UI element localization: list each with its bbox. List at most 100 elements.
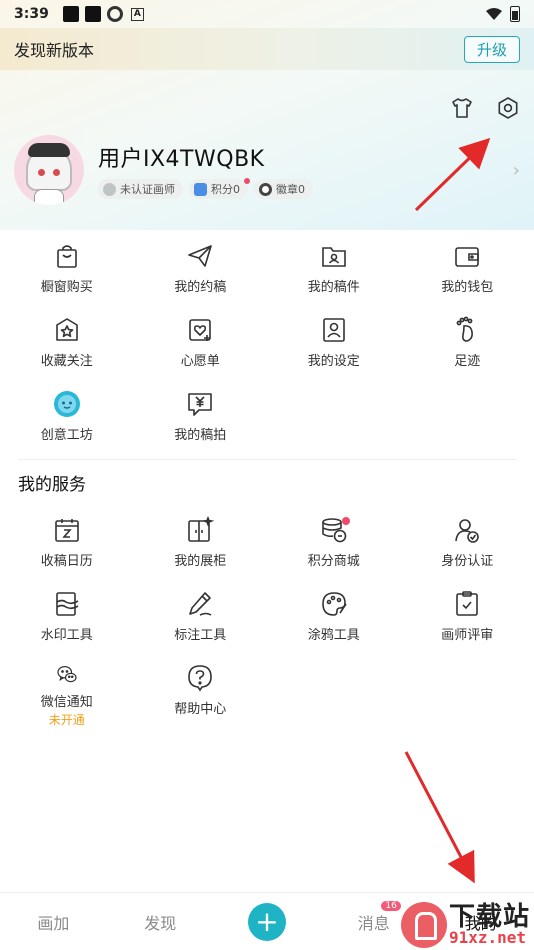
profile-card-icon: [322, 318, 345, 342]
calendar-icon: [54, 519, 79, 542]
workshop-icon: [53, 391, 80, 417]
menu-item-label: 我的稿拍: [174, 428, 227, 443]
update-banner: 发现新版本 升级: [0, 28, 534, 70]
service-item-calendar[interactable]: 收稿日历: [0, 506, 134, 580]
service-item-watermark-tool[interactable]: 水印工具: [0, 580, 134, 654]
nav-tab-discover[interactable]: 发现: [107, 910, 214, 934]
watermark-url: 91xz.net: [448, 928, 527, 947]
message-count-badge: 16: [380, 899, 402, 912]
site-watermark: 下载站 91xz.net: [400, 902, 530, 948]
service-item-label: 微信通知: [40, 695, 93, 710]
service-item-label: 积分商城: [307, 554, 360, 569]
medal-icon: [259, 182, 272, 196]
wechat-status-label: 未开通: [48, 713, 85, 727]
watermark-icon: [55, 592, 79, 616]
nav-tab-label: 消息: [357, 913, 390, 933]
aperture-icon: [106, 6, 123, 22]
services-grid: 收稿日历 我的展柜 积分商城 身份认证 水印工具 标注工具 涂鸦工具 画师评审 …: [0, 506, 534, 728]
service-item-showcase[interactable]: 我的展柜: [134, 506, 268, 580]
service-item-label: 标注工具: [174, 628, 227, 643]
menu-item-label: 我的稿件: [307, 280, 360, 295]
section-divider: [18, 459, 516, 460]
chevron-right-icon[interactable]: ›: [513, 160, 520, 181]
watermark-logo-icon: [400, 902, 447, 948]
menu-item-my-settings[interactable]: 我的设定: [267, 306, 401, 380]
menu-item-creative-workshop[interactable]: 创意工坊: [0, 380, 134, 454]
plus-icon: +: [247, 902, 286, 941]
notification-icon: [84, 6, 101, 22]
service-item-identity-verify[interactable]: 身份认证: [401, 506, 534, 580]
profile-card[interactable]: 用户IX4TWQBK 未认证画师 积分0 徽章0 ›: [14, 134, 520, 206]
notification-dot: [342, 517, 350, 525]
nav-tab-huajia[interactable]: 画加: [0, 910, 107, 934]
clipboard-check-icon: [456, 591, 479, 616]
user-verify-icon: [455, 519, 480, 543]
notification-dot: [244, 178, 250, 184]
services-title: 我的服务: [18, 475, 86, 495]
service-item-label: 我的展柜: [174, 554, 227, 569]
wallet-icon: [455, 247, 480, 267]
header-actions: [450, 96, 520, 120]
notification-icon: [62, 6, 79, 22]
wifi-icon: [486, 8, 502, 20]
service-item-artist-review[interactable]: 画师评审: [401, 580, 534, 654]
menu-item-my-auction[interactable]: 我的稿拍: [134, 380, 268, 454]
auction-icon: [188, 393, 213, 416]
menu-item-footprint[interactable]: 足迹: [401, 306, 534, 380]
username: 用户IX4TWQBK: [98, 147, 265, 172]
service-item-points-mall[interactable]: 积分商城: [267, 506, 401, 580]
upgrade-button[interactable]: 升级: [463, 35, 520, 63]
menu-item-window-purchase[interactable]: 橱窗购买: [0, 232, 134, 306]
badge-icon: [103, 182, 116, 196]
menu-item-label: 创意工坊: [40, 428, 93, 443]
service-item-label: 帮助中心: [174, 702, 227, 717]
service-item-label: 涂鸦工具: [307, 628, 360, 643]
update-banner-text: 发现新版本: [14, 41, 95, 60]
badge-label: 积分0: [211, 183, 240, 196]
paper-plane-icon: [188, 245, 213, 267]
menu-item-label: 我的钱包: [441, 280, 494, 295]
badge-points[interactable]: 积分0: [189, 178, 250, 199]
service-item-label: 收稿日历: [40, 554, 93, 569]
a-notification-icon: A: [130, 7, 144, 21]
status-bar: 3:39 A: [0, 0, 534, 28]
service-item-wechat-notify[interactable]: 微信通知 未开通: [0, 654, 134, 728]
menu-item-favorites[interactable]: 收藏关注: [0, 306, 134, 380]
annotation-arrow: [404, 751, 475, 884]
settings-icon[interactable]: [496, 96, 520, 120]
badge-uncertified[interactable]: 未认证画师: [98, 179, 183, 199]
service-item-label: 画师评审: [441, 628, 494, 643]
status-time: 3:39: [14, 6, 49, 22]
menu-item-label: 我的设定: [307, 354, 360, 369]
coin-stack-icon: [194, 182, 207, 196]
menu-item-label: 收藏关注: [40, 354, 93, 369]
showcase-icon: [188, 516, 215, 542]
badge-medals[interactable]: 徽章0: [254, 179, 313, 199]
footprint-icon: [456, 316, 474, 342]
badge-label: 徽章0: [276, 183, 305, 196]
avatar[interactable]: [14, 135, 84, 205]
folder-user-icon: [321, 247, 346, 267]
badge-label: 未认证画师: [120, 183, 175, 196]
menu-item-my-drafts[interactable]: 我的稿件: [267, 232, 401, 306]
shopping-bag-icon: [56, 245, 77, 268]
help-icon: [188, 665, 213, 692]
watermark-title: 下载站: [448, 902, 530, 932]
palette-icon: [321, 592, 347, 616]
pen-icon: [189, 592, 212, 616]
battery-icon: [510, 6, 520, 22]
service-item-label: 身份认证: [441, 554, 494, 569]
service-item-doodle-tool[interactable]: 涂鸦工具: [267, 580, 401, 654]
menu-item-wishlist[interactable]: 心愿单: [134, 306, 268, 380]
service-item-label: 水印工具: [40, 628, 93, 643]
menu-item-label: 心愿单: [180, 354, 220, 369]
menu-item-my-wallet[interactable]: 我的钱包: [401, 232, 534, 306]
service-item-help-center[interactable]: 帮助中心: [134, 654, 268, 728]
menu-item-my-commissions[interactable]: 我的约稿: [134, 232, 268, 306]
service-item-annotation-tool[interactable]: 标注工具: [134, 580, 268, 654]
menu-item-label: 足迹: [454, 354, 481, 369]
tshirt-icon[interactable]: [450, 96, 474, 120]
nav-tab-create[interactable]: +: [214, 902, 321, 941]
star-bag-icon: [55, 318, 78, 341]
heart-list-icon: [189, 319, 212, 341]
